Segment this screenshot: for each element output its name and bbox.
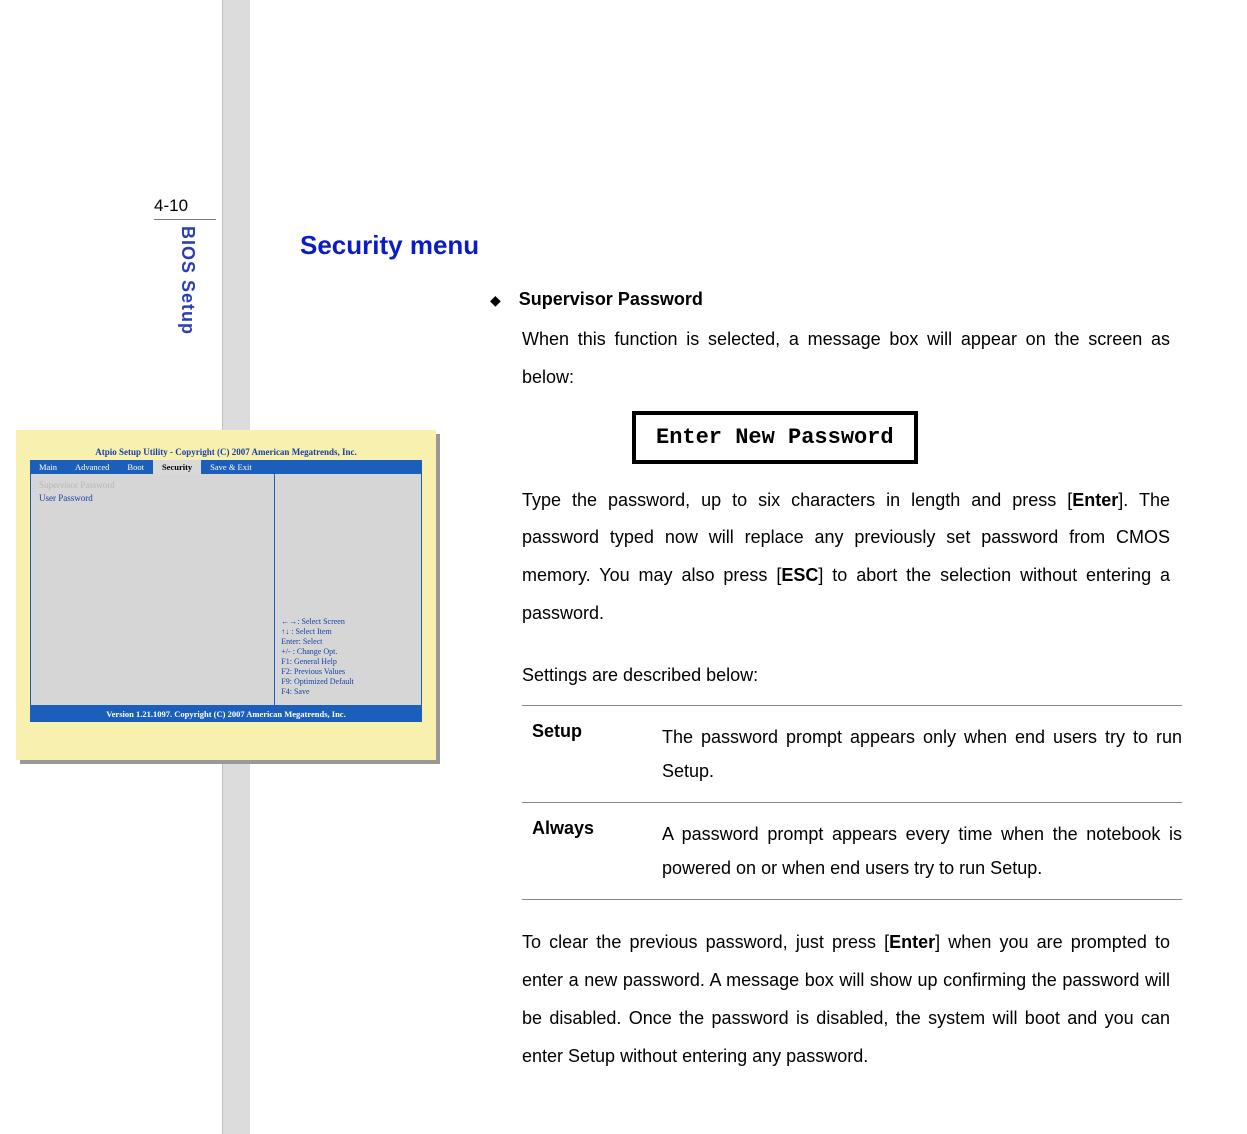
section-title: Security menu [300,230,1170,261]
paragraph-3: To clear the previous password, just pre… [522,924,1170,1075]
bios-tab-boot[interactable]: Boot [118,460,153,474]
settings-label-setup: Setup [522,720,662,788]
bios-tab-save-exit[interactable]: Save & Exit [201,460,261,474]
page: 4-10 BIOS Setup Atpio Setup Utility - Co… [0,0,1247,1134]
main-content: Security menu ◆ Supervisor Password When… [300,230,1170,1076]
text: Type the password, up to six characters … [522,490,1072,510]
settings-intro: Settings are described below: [522,657,1170,695]
settings-desc-always: A password prompt appears every time whe… [662,817,1182,885]
bullet-row: ◆ Supervisor Password [490,289,1170,311]
page-number: 4-10 [154,196,216,220]
text: ] when you are prompted to enter a new p… [522,932,1170,1065]
settings-desc-setup: The password prompt appears only when en… [662,720,1182,788]
paragraph-2: Type the password, up to six characters … [522,482,1170,633]
bullet-icon: ◆ [490,289,501,311]
paragraph-1: When this function is selected, a messag… [522,321,1170,397]
settings-row: Always A password prompt appears every t… [522,802,1182,900]
bios-item-user-password[interactable]: User Password [39,493,266,503]
section-label-vertical: BIOS Setup [177,226,198,335]
bios-left-panel: Supervisor Password User Password [31,474,275,705]
bullet-block: ◆ Supervisor Password When this function… [490,289,1170,1076]
text: To clear the previous password, just pre… [522,932,889,952]
bios-item-supervisor-password[interactable]: Supervisor Password [39,480,266,490]
key-esc: ESC [781,565,818,585]
settings-table: Setup The password prompt appears only w… [522,705,1182,901]
bios-tab-security[interactable]: Security [153,460,201,474]
bios-tab-main[interactable]: Main [30,460,66,474]
key-enter: Enter [1072,490,1118,510]
settings-row: Setup The password prompt appears only w… [522,705,1182,802]
password-prompt-box: Enter New Password [632,411,918,464]
bullet-heading: Supervisor Password [519,289,703,311]
bios-tab-advanced[interactable]: Advanced [66,460,118,474]
settings-label-always: Always [522,817,662,885]
key-enter: Enter [889,932,935,952]
